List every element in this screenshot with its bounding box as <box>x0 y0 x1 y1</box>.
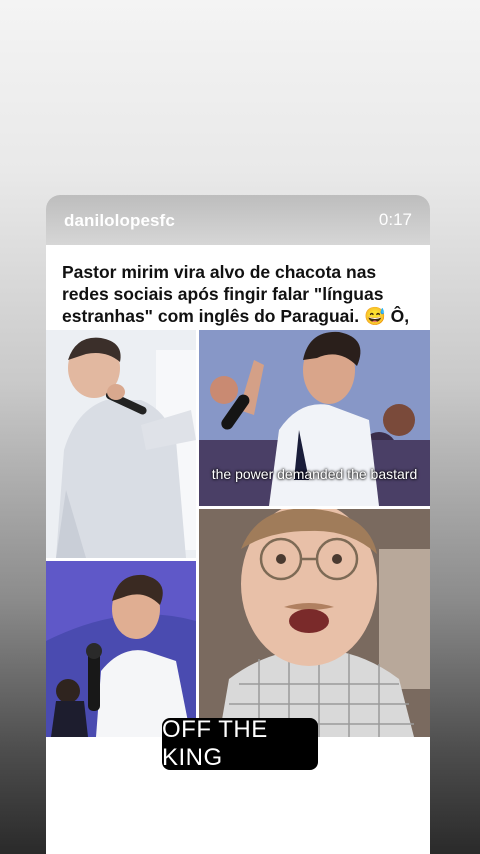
username[interactable]: danilolopesfc <box>64 211 175 231</box>
video-timer: 0:17 <box>378 210 412 229</box>
photo-boy-on-stage <box>46 561 196 737</box>
video-subtitle: the power demanded the bastard <box>211 466 418 482</box>
photo-boy-preaching-white-shirt <box>46 330 196 558</box>
photo-man-with-glasses <box>199 509 430 737</box>
caption-sticker[interactable]: OFF THE KING <box>162 716 318 771</box>
photo-boy-pointing-crowd: the power demanded the bastard <box>199 330 430 506</box>
post-header: danilolopesfc 0:17 <box>46 195 430 245</box>
